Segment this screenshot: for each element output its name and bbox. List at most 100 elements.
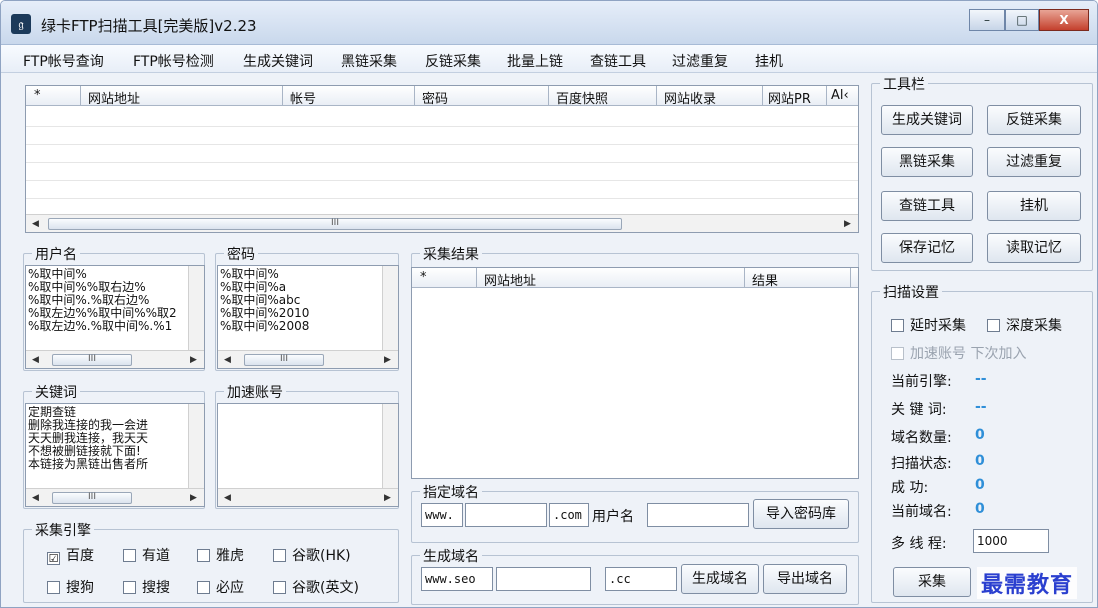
scroll-right-icon[interactable]: ▶	[844, 219, 851, 229]
main-window: 𝔤 绿卡FTP扫描工具[完美版]v2.23 – □ X FTP帐号查询 FTP帐…	[0, 0, 1098, 608]
scroll-left-icon[interactable]: ◀	[32, 493, 39, 503]
collect-results-table[interactable]: * 网站地址 结果	[411, 267, 859, 479]
engine-bing-checkbox[interactable]: 必应	[197, 577, 244, 597]
maximize-button[interactable]: □	[1005, 9, 1039, 31]
username-hscroll[interactable]: ◀ III ▶	[26, 350, 204, 368]
gen-suffix-field[interactable]: .cc	[605, 567, 677, 591]
speed-accounts-legend: 加速账号	[224, 382, 286, 402]
title-bar: 𝔤 绿卡FTP扫描工具[完美版]v2.23 – □ X	[1, 1, 1097, 45]
col-site-index[interactable]: 网站收录	[664, 88, 716, 107]
current-domain-value: 0	[975, 501, 985, 517]
import-password-button[interactable]: 导入密码库	[753, 499, 849, 529]
current-domain-label: 当前域名:	[891, 504, 952, 520]
tb-filter-dup-button[interactable]: 过滤重复	[987, 147, 1081, 177]
password-text[interactable]: %取中间% %取中间%a %取中间%abc %取中间%2010 %取中间%200…	[220, 268, 378, 348]
scroll-left-icon[interactable]: ◀	[32, 355, 39, 365]
engine-google-en-checkbox[interactable]: 谷歌(英文)	[273, 577, 359, 597]
engine-youdao-checkbox[interactable]: 有道	[123, 545, 170, 565]
menu-batch-upload[interactable]: 批量上链	[507, 51, 563, 71]
domain-user-label: 用户名	[592, 509, 634, 525]
col-account[interactable]: 帐号	[290, 88, 316, 107]
domain-suffix-field[interactable]: .com	[549, 503, 589, 527]
results-table[interactable]: * 网站地址 帐号 密码 百度快照 网站收录 网站PR Al‹ ◀ III ▶	[25, 85, 859, 233]
speed-hscroll[interactable]: ◀ ▶	[218, 488, 398, 506]
password-vscroll[interactable]	[382, 266, 398, 350]
tb-link-tool-button[interactable]: 查链工具	[881, 191, 973, 221]
keywords-vscroll[interactable]	[188, 404, 204, 488]
gen-prefix-field[interactable]: www.seo	[421, 567, 493, 591]
password-list[interactable]: %取中间% %取中间%a %取中间%abc %取中间%2010 %取中间%200…	[217, 265, 399, 369]
tb-back-links-button[interactable]: 反链采集	[987, 105, 1081, 135]
engine-soso-checkbox[interactable]: 搜搜	[123, 577, 170, 597]
menu-link-tool[interactable]: 查链工具	[590, 51, 646, 71]
menu-ftp-check[interactable]: FTP帐号检测	[133, 51, 214, 71]
scroll-right-icon[interactable]: ▶	[384, 493, 391, 503]
scroll-thumb[interactable]: III	[48, 218, 622, 230]
tb-save-memory-button[interactable]: 保存记忆	[881, 233, 973, 263]
accel-account-checkbox[interactable]: 加速账号 下次加入	[891, 343, 1026, 363]
keywords-hscroll[interactable]: ◀ III ▶	[26, 488, 204, 506]
password-legend: 密码	[224, 244, 258, 264]
scroll-thumb[interactable]: III	[52, 492, 132, 504]
scan-status-value: 0	[975, 453, 985, 469]
tb-hangup-button[interactable]: 挂机	[987, 191, 1081, 221]
threads-field[interactable]: 1000	[973, 529, 1049, 553]
table-header: * 网站地址 帐号 密码 百度快照 网站收录 网站PR Al‹	[26, 86, 858, 107]
keywords-text[interactable]: 定期查链 删除我连接的我一会进 天天删我连接，我天天 不想被删链接就下面! 本链…	[28, 406, 186, 486]
minimize-button[interactable]: –	[969, 9, 1005, 31]
gen-name-field[interactable]	[496, 567, 591, 591]
domain-name-field[interactable]	[465, 503, 547, 527]
generate-domain-button[interactable]: 生成域名	[681, 564, 759, 594]
menu-back-links[interactable]: 反链采集	[425, 51, 481, 71]
keywords-list[interactable]: 定期查链 删除我连接的我一会进 天天删我连接，我天天 不想被删链接就下面! 本链…	[25, 403, 205, 507]
close-button[interactable]: X	[1039, 9, 1089, 31]
collect-button[interactable]: 采集	[893, 567, 971, 597]
col-baidu-snapshot[interactable]: 百度快照	[556, 88, 608, 107]
current-engine-label: 当前引擎:	[891, 374, 952, 390]
col-site-url[interactable]: 网站地址	[88, 88, 140, 107]
col-password[interactable]: 密码	[422, 88, 448, 107]
col-site-url[interactable]: 网站地址	[484, 270, 536, 289]
username-text[interactable]: %取中间% %取中间%%取右边% %取中间%.%取右边% %取左边%%取中间%%…	[28, 268, 186, 348]
scroll-right-icon[interactable]: ▶	[190, 355, 197, 365]
scroll-left-icon[interactable]: ◀	[32, 219, 39, 229]
engine-baidu-checkbox[interactable]: ☑ 百度	[47, 545, 94, 565]
tb-gen-keywords-button[interactable]: 生成关键词	[881, 105, 973, 135]
scroll-left-icon[interactable]: ◀	[224, 355, 231, 365]
engine-sogou-checkbox[interactable]: 搜狗	[47, 577, 94, 597]
tb-load-memory-button[interactable]: 读取记忆	[987, 233, 1081, 263]
watermark: 最需教育	[977, 567, 1078, 599]
table-hscroll[interactable]: ◀ III ▶	[26, 214, 858, 232]
engine-google-hk-checkbox[interactable]: 谷歌(HK)	[273, 545, 351, 565]
col-site-pr[interactable]: 网站PR	[768, 88, 811, 107]
scan-status-label: 扫描状态:	[891, 456, 952, 472]
scroll-left-icon[interactable]: ◀	[224, 493, 231, 503]
domain-user-field[interactable]	[647, 503, 749, 527]
username-list[interactable]: %取中间% %取中间%%取右边% %取中间%.%取右边% %取左边%%取中间%%…	[25, 265, 205, 369]
menu-ftp-query[interactable]: FTP帐号查询	[23, 51, 104, 71]
export-domain-button[interactable]: 导出域名	[763, 564, 847, 594]
speed-accounts-list[interactable]: ◀ ▶	[217, 403, 399, 507]
speed-vscroll[interactable]	[382, 404, 398, 488]
engine-yahoo-checkbox[interactable]: 雅虎	[197, 545, 244, 565]
menu-hangup[interactable]: 挂机	[755, 51, 783, 71]
menu-gen-keywords[interactable]: 生成关键词	[243, 51, 313, 71]
scroll-right-icon[interactable]: ▶	[384, 355, 391, 365]
menu-black-links[interactable]: 黑链采集	[341, 51, 397, 71]
password-hscroll[interactable]: ◀ III ▶	[218, 350, 398, 368]
depth-collect-checkbox[interactable]: 深度采集	[987, 315, 1062, 335]
delay-collect-checkbox[interactable]: 延时采集	[891, 315, 966, 335]
col-result[interactable]: 结果	[752, 270, 778, 289]
scroll-thumb[interactable]: III	[52, 354, 132, 366]
keyword-value: --	[975, 399, 987, 415]
username-vscroll[interactable]	[188, 266, 204, 350]
collect-header: * 网站地址 结果	[412, 268, 858, 289]
col-star: *	[420, 270, 427, 285]
tb-black-links-button[interactable]: 黑链采集	[881, 147, 973, 177]
domain-prefix-field[interactable]: www.	[421, 503, 463, 527]
scan-settings-legend: 扫描设置	[880, 282, 942, 302]
scroll-thumb[interactable]: III	[244, 354, 324, 366]
menu-filter-dup[interactable]: 过滤重复	[672, 51, 728, 71]
scroll-right-icon[interactable]: ▶	[190, 493, 197, 503]
col-alexa[interactable]: Al‹	[831, 88, 849, 103]
